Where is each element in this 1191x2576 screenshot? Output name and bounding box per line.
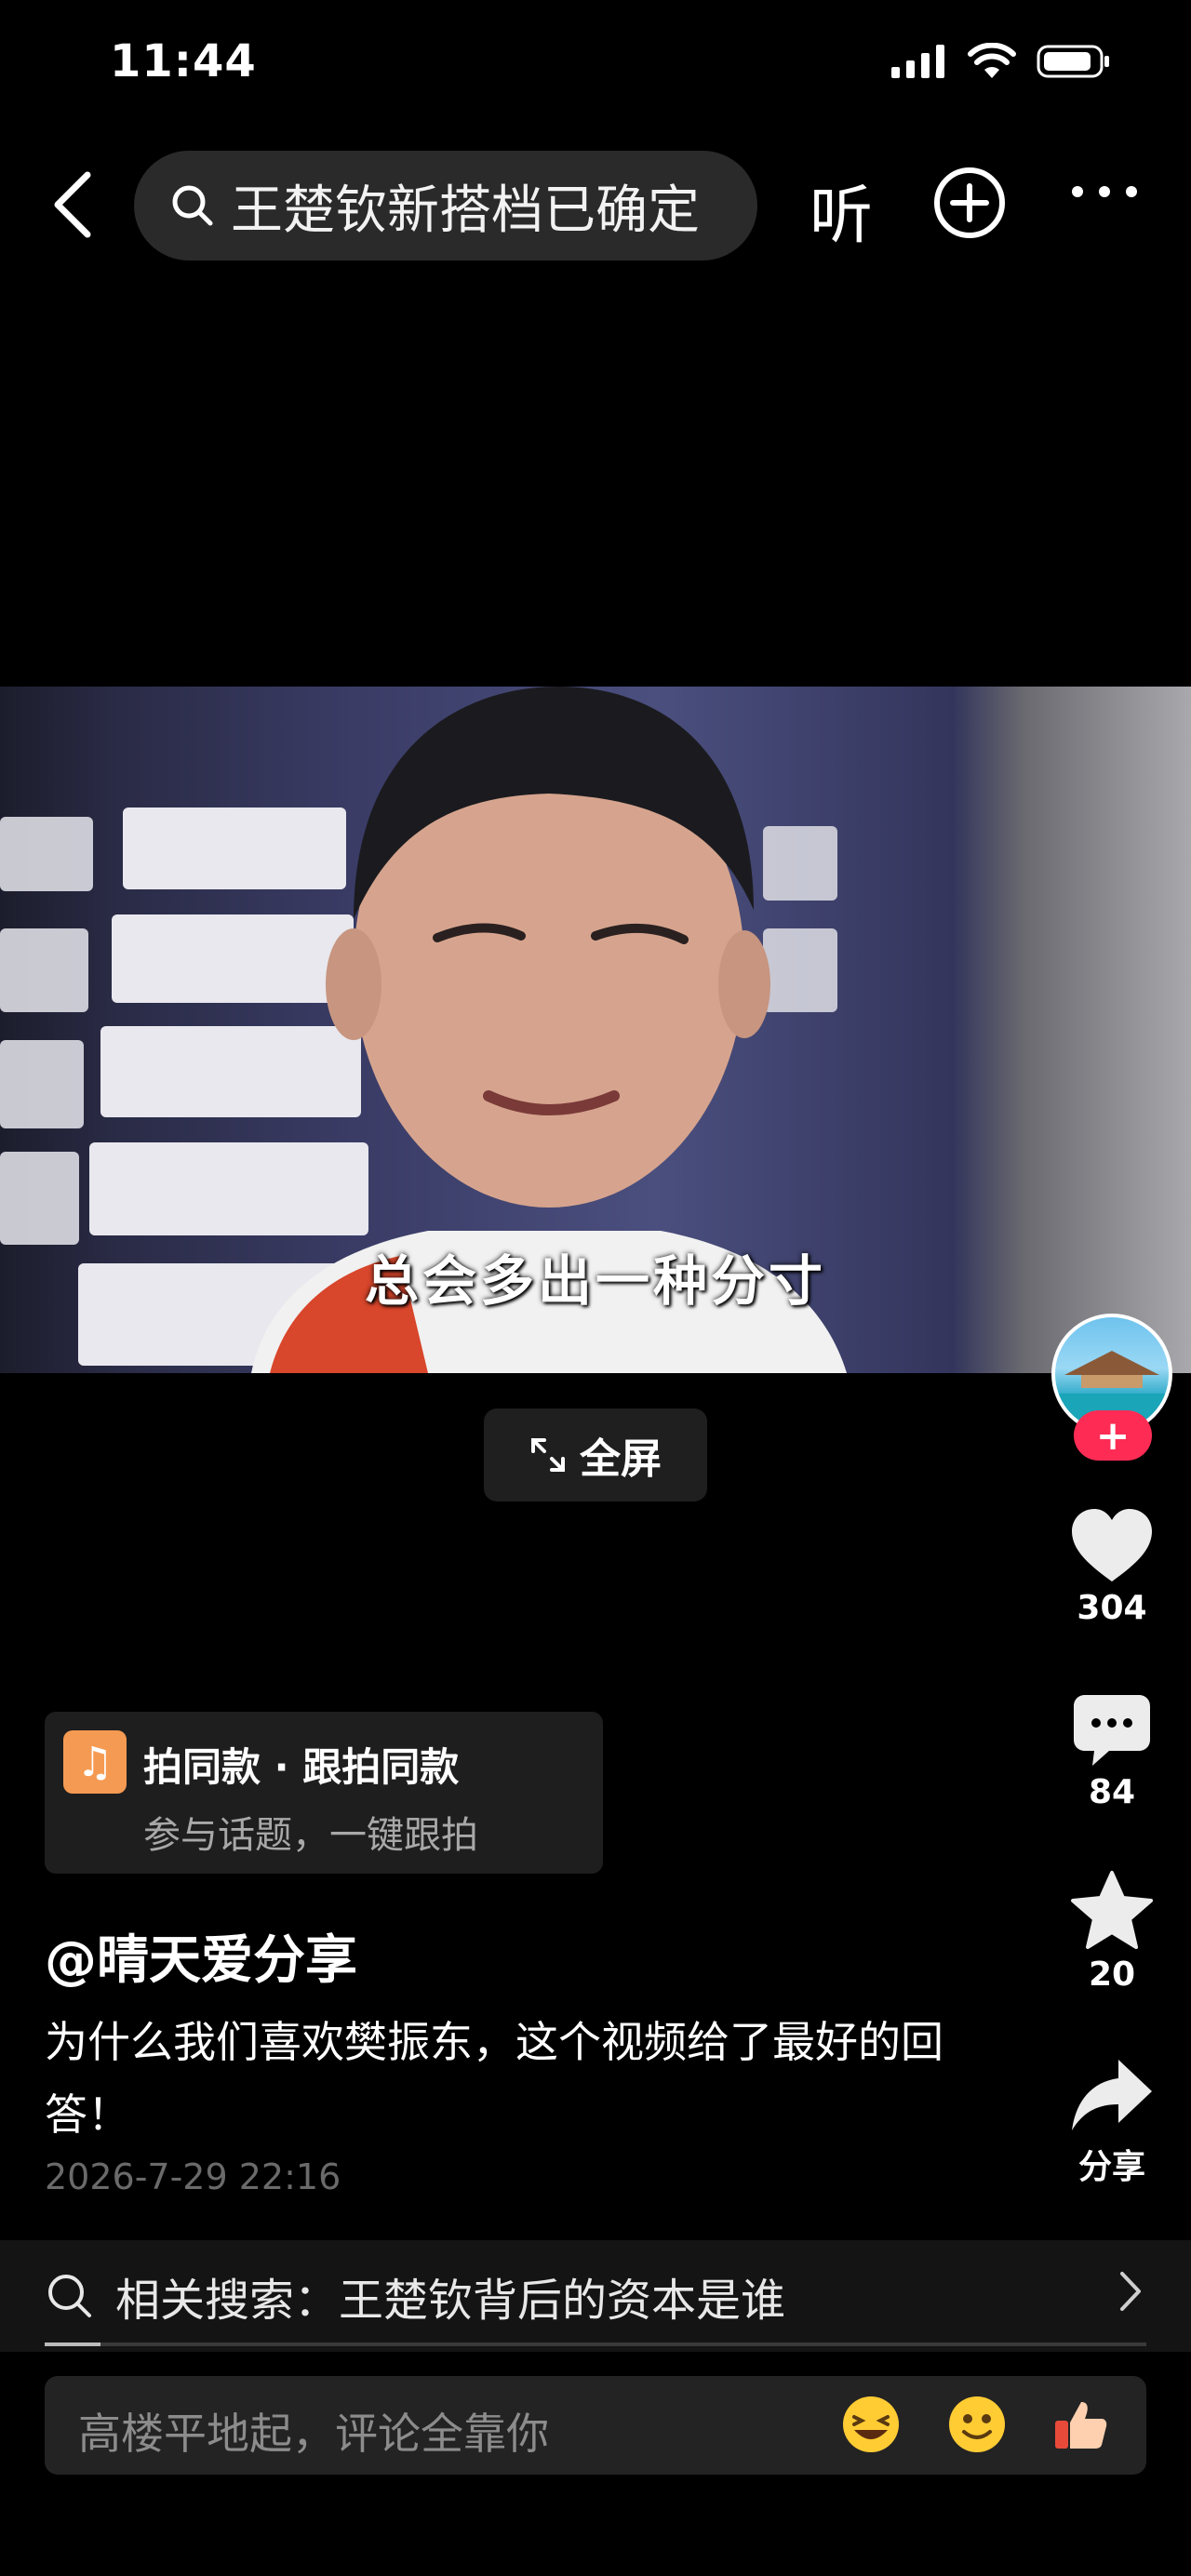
video-progress-fill [45,2342,100,2346]
fullscreen-label: 全屏 [580,1435,662,1483]
related-search[interactable]: 相关搜索：王楚钦背后的资本是谁 [0,2240,1191,2352]
wifi-icon [968,43,1016,78]
back-icon [54,171,91,238]
laugh-emoji-icon[interactable] [841,2395,901,2454]
sponsor-board [0,1152,79,1245]
comment-placeholder: 高楼平地起，评论全靠你 [78,2409,549,2459]
thumbs-up-emoji-icon[interactable] [1051,2395,1111,2454]
post-description: 为什么我们喜欢樊振东，这个视频给了最好的回答！ [45,2017,943,2140]
create-button[interactable] [932,166,1007,240]
search-query-text: 王楚钦新搭档已确定 [231,180,700,241]
star-icon [1071,1871,1153,1949]
share-button[interactable]: 分享 [1051,2056,1172,2188]
video-progress-bar[interactable] [45,2342,1146,2346]
template-title: 拍同款 · 跟拍同款 [143,1744,460,1790]
expand-icon [531,1438,565,1472]
favorite-count: 20 [1088,1955,1136,1994]
battery-icon [1037,45,1109,78]
more-icon [1072,186,1137,197]
share-icon [1072,2060,1152,2130]
post-date: 2026-7-29 22:16 [45,2156,341,2197]
video-subtitle: 总会多出一种分寸 [364,1249,826,1313]
signal-icon [891,45,944,78]
chevron-right-icon [1120,2272,1141,2311]
plus-circle-icon [934,167,1005,238]
search-icon [48,2275,91,2317]
comment-input[interactable]: 高楼平地起，评论全靠你 [45,2376,1146,2475]
sponsor-board [0,817,93,891]
back-button[interactable] [45,167,100,242]
status-time: 11:44 [110,35,257,87]
like-count: 304 [1077,1589,1147,1627]
music-icon: ♫ [63,1730,127,1794]
like-button[interactable]: 304 [1051,1507,1172,1627]
status-icons [891,43,1111,80]
heart-icon [1072,1509,1152,1582]
comment-count: 84 [1088,1773,1136,1811]
template-card[interactable]: ♫ 拍同款 · 跟拍同款 参与话题，一键跟拍 [45,1712,603,1874]
comment-button[interactable]: 84 [1051,1693,1172,1811]
sponsor-board [0,928,88,1012]
more-button[interactable] [1070,182,1139,205]
search-input[interactable]: 王楚钦新搭档已确定 [134,151,757,260]
favorite-button[interactable]: 20 [1051,1870,1172,1994]
video-player[interactable]: 总会多出一种分寸 [0,687,1191,1373]
follow-button[interactable]: + [1074,1410,1152,1461]
smile-emoji-icon[interactable] [947,2395,1007,2454]
sponsor-board [0,1040,84,1128]
listen-button[interactable]: 听 [810,164,873,256]
fullscreen-button[interactable]: 全屏 [484,1408,707,1502]
search-icon [172,185,213,226]
template-subtitle: 参与话题，一键跟拍 [143,1814,478,1857]
author-name[interactable]: @晴天爱分享 [45,1918,357,1994]
comment-icon [1074,1695,1150,1766]
share-label: 分享 [1077,2148,1145,2186]
related-search-text: 相关搜索：王楚钦背后的资本是谁 [115,2275,786,2327]
